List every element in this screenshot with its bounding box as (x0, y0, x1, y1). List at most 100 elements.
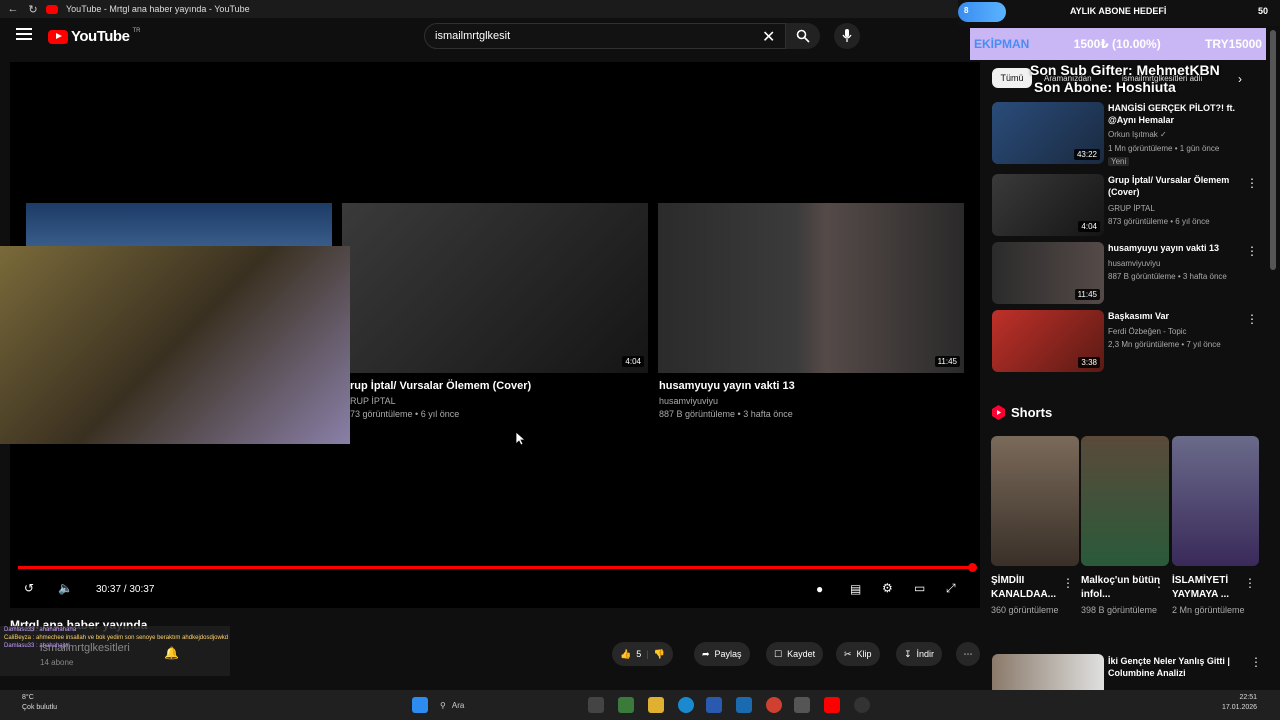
file-explorer-icon[interactable] (648, 697, 664, 713)
widgets-icon[interactable] (618, 697, 634, 713)
voice-search-button[interactable] (834, 23, 860, 49)
settings-gear-icon[interactable]: ⚙ (882, 581, 893, 595)
thumbs-down-icon[interactable]: 👎 (654, 649, 665, 660)
rec-title[interactable]: husamyuyu yayın vakti 13 (1108, 242, 1238, 254)
time-display: 30:37 / 30:37 (96, 584, 155, 595)
save-label: Kaydet (787, 649, 816, 659)
mouse-cursor-icon (516, 432, 526, 446)
subscriber-count: 14 abone (40, 658, 74, 667)
rec-meta: 1 Mn görüntüleme • 1 gün önce (1108, 144, 1220, 153)
short-title[interactable]: ŞİMDİII KANALDAA... (991, 574, 1071, 602)
endscreen-card-meta: 887 B görüntüleme • 3 hafta önce (659, 409, 793, 419)
windows-start-icon[interactable] (412, 697, 428, 713)
video-thumbnail[interactable] (992, 654, 1104, 690)
kebab-menu-icon[interactable]: ⋮ (1246, 176, 1258, 190)
goal-strip-progress: 1500₺ (10.00%) (1073, 37, 1161, 51)
video-thumbnail[interactable]: 3:38 (992, 310, 1104, 372)
rec-meta: 2,3 Mn görüntüleme • 7 yıl önce (1108, 340, 1221, 349)
rec-title[interactable]: Başkasımı Var (1108, 310, 1238, 322)
scrollbar-thumb[interactable] (1270, 30, 1276, 270)
youtube-app-icon[interactable] (824, 697, 840, 713)
progress-scrubber[interactable] (968, 563, 977, 572)
endscreen-card-channel: RUP İPTAL (350, 396, 396, 406)
rec-title[interactable]: Grup İptal/ Vursalar Ölemem (Cover) (1108, 174, 1238, 198)
goal-strip-label: EKİPMAN (974, 37, 1030, 51)
recommended-video[interactable]: 11:45 husamyuyu yayın vakti 13 husamviyu… (992, 242, 1260, 306)
endscreen-card-channel: husamviyuviyu (659, 396, 719, 406)
autoplay-toggle-icon[interactable]: ● (816, 582, 823, 596)
video-thumbnail[interactable]: 11:45 (992, 242, 1104, 304)
endscreen-card-title[interactable]: husamyuyu yayın vakti 13 (659, 380, 795, 392)
video-thumbnail[interactable]: 43:22 (992, 102, 1104, 164)
task-view-icon[interactable] (588, 697, 604, 713)
endscreen-card-meta: 73 görüntüleme • 6 yıl önce (350, 409, 460, 419)
download-icon: ↧ (904, 648, 912, 659)
search-button[interactable] (786, 23, 820, 49)
endscreen-card-title[interactable]: rup İptal/ Vursalar Ölemem (Cover) (350, 380, 531, 392)
clip-label: Klip (856, 649, 872, 659)
app-icon[interactable] (794, 697, 810, 713)
bell-icon[interactable]: 🔔 (164, 646, 179, 660)
theater-mode-icon[interactable]: ▭ (914, 581, 925, 595)
taskbar-search[interactable]: ⚲ Ara (440, 697, 560, 713)
rec-title[interactable]: İki Gençte Neler Yanlış Gitti | Columbin… (1108, 655, 1248, 679)
duration-badge: 43:22 (1073, 149, 1100, 160)
mail-icon[interactable] (736, 697, 752, 713)
search-input[interactable]: ismailmrtglkesit (424, 23, 786, 49)
short-title[interactable]: İSLAMİYETİ YAYMAYA ... (1172, 574, 1252, 602)
obs-icon[interactable] (854, 697, 870, 713)
endscreen-card-3[interactable]: 11:45 (658, 203, 964, 373)
weather-widget[interactable]: 8°C Çok bulutlu (22, 693, 57, 713)
goal-strip-target: TRY15000 (1205, 37, 1262, 51)
video-thumbnail[interactable]: 4:04 (992, 174, 1104, 236)
system-clock[interactable]: 22:51 17.01.2026 (1222, 693, 1257, 713)
kebab-menu-icon[interactable]: ⋮ (1062, 576, 1074, 590)
store-icon[interactable] (706, 697, 722, 713)
kebab-menu-icon[interactable]: ⋮ (1246, 244, 1258, 258)
kebab-menu-icon[interactable]: ⋮ (1246, 312, 1258, 326)
hamburger-menu-icon[interactable] (16, 28, 32, 42)
rec-title[interactable]: HANGİSİ GERÇEK PİLOT?! ft. @Aynı Hemalar (1108, 102, 1238, 126)
recommended-video[interactable]: 43:22 HANGİSİ GERÇEK PİLOT?! ft. @Aynı H… (992, 102, 1260, 166)
subtitles-icon[interactable]: ▤ (850, 582, 861, 596)
replay-icon[interactable]: ↺ (24, 581, 34, 595)
like-button[interactable]: 👍 5 | 👎 (612, 642, 673, 666)
short-thumbnail[interactable] (1172, 436, 1259, 566)
chevron-right-icon[interactable]: › (1238, 72, 1242, 86)
new-badge: Yeni (1108, 157, 1130, 166)
rec-meta: 873 görüntüleme • 6 yıl önce (1108, 217, 1210, 226)
chrome-icon[interactable] (766, 697, 782, 713)
clip-button[interactable]: ✂ Klip (836, 642, 880, 666)
recommended-video[interactable]: 3:38 Başkasımı Var Ferdi Özbeğen - Topic… (992, 310, 1260, 374)
share-button[interactable]: ➦ Paylaş (694, 642, 750, 666)
short-thumbnail[interactable] (1081, 436, 1169, 566)
channel-name[interactable]: ismailmrtglkesitleri (40, 642, 130, 654)
short-thumbnail[interactable] (991, 436, 1079, 566)
kebab-menu-icon[interactable]: ⋮ (1250, 655, 1262, 669)
logo-region: TR (132, 27, 141, 34)
recommended-video[interactable]: 4:04 Grup İptal/ Vursalar Ölemem (Cover)… (992, 174, 1260, 238)
download-label: İndir (916, 649, 935, 659)
progress-bar[interactable] (18, 566, 976, 569)
short-title[interactable]: Malkoç'un bütün infol... (1081, 574, 1161, 602)
divider: | (646, 649, 649, 659)
endscreen-card-2[interactable]: 4:04 (342, 203, 648, 373)
edge-browser-icon[interactable] (678, 697, 694, 713)
chip-all[interactable]: Tümü (992, 68, 1032, 88)
back-icon[interactable]: ← (6, 2, 20, 16)
download-button[interactable]: ↧ İndir (896, 642, 943, 666)
endscreen-card-1[interactable] (26, 203, 332, 249)
rec-channel: Orkun Işıtmak ✓ (1108, 130, 1167, 139)
youtube-logo[interactable]: YouTube TR (48, 28, 140, 45)
duration-badge: 4:04 (1078, 221, 1100, 232)
save-button[interactable]: ☐ Kaydet (766, 642, 824, 666)
weather-desc: Çok bulutlu (22, 704, 58, 711)
fullscreen-icon[interactable]: ⤢ (946, 581, 956, 596)
reload-icon[interactable]: ↻ (26, 2, 40, 16)
volume-icon[interactable]: 🔈 (58, 581, 73, 595)
clear-search-icon[interactable]: ✕ (762, 27, 775, 47)
more-actions-button[interactable]: ⋯ (956, 642, 980, 666)
search-icon (796, 29, 810, 43)
kebab-menu-icon[interactable]: ⋮ (1244, 576, 1256, 590)
kebab-menu-icon[interactable]: ⋮ (1153, 576, 1165, 590)
